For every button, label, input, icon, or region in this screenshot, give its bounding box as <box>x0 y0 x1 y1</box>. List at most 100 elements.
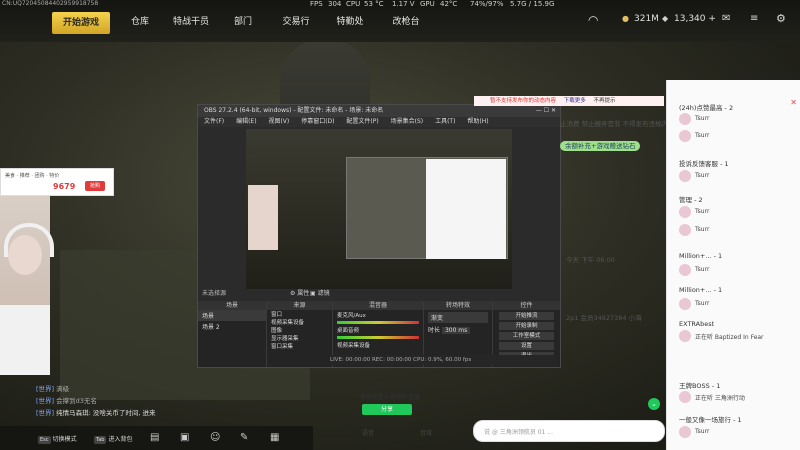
notice-close[interactable]: 不再提示 <box>594 98 616 104</box>
gear-icon[interactable]: ⚙ <box>776 12 786 25</box>
menu-profile[interactable]: 配置文件(P) <box>346 118 378 125</box>
group-label: 投诉反馈客服 - 1 <box>679 160 729 168</box>
promo-popup[interactable]: 美食 · 推荐 · 团购 · 特价 9679 抢购 <box>0 168 114 196</box>
obs-title: OBS 27.2.4 (64-bit, windows) - 配置文件: 未命名… <box>204 107 384 114</box>
studio-mode-button[interactable]: 工作室模式 <box>499 332 554 340</box>
menu-edit[interactable]: 编辑(E) <box>236 118 256 125</box>
obs-menubar: 文件(F) 编辑(E) 视图(V) 停靠窗口(D) 配置文件(P) 场景集合(S… <box>198 117 560 127</box>
close-icon[interactable]: ✕ <box>790 98 797 107</box>
member-row[interactable]: Tsurr <box>679 113 769 127</box>
window-controls[interactable]: — ☐ ✕ <box>536 105 556 117</box>
member-row[interactable]: Tsurr <box>679 426 769 440</box>
world-text: 纯情马森琪: 没啥关币了时间, 进来 <box>56 409 156 417</box>
member-row[interactable]: Tsurr <box>679 170 769 184</box>
filters-label: 滤镜 <box>317 290 330 297</box>
member-row[interactable]: Tsurr <box>679 206 769 220</box>
duration-row: 时长 300 ms <box>428 325 488 334</box>
obs-preview[interactable] <box>246 129 512 289</box>
scene-item[interactable]: 场景 <box>198 310 266 321</box>
voltage: 1.17 V <box>392 0 415 8</box>
chat-input[interactable]: 说 @ 三角洲领航员 01 ... <box>473 420 665 442</box>
member-row[interactable]: Tsurr <box>679 298 769 312</box>
member-row[interactable]: 正在听 三角洲行动 <box>679 391 769 405</box>
properties-button[interactable]: ⚙ 属性 <box>290 288 309 297</box>
scene-item[interactable]: 场景 2 <box>198 321 266 332</box>
crate-icon[interactable]: ▣ <box>180 432 189 443</box>
menu-scene-collection[interactable]: 场景集合(S) <box>391 118 424 125</box>
source-item[interactable]: 图像 <box>267 326 332 334</box>
source-item[interactable]: 窗口 <box>267 310 332 318</box>
avatar <box>679 426 691 438</box>
fps-value: 304 <box>328 0 342 8</box>
bag-icon[interactable]: ▤ <box>150 432 159 443</box>
white-shirt <box>0 305 50 375</box>
tab-start-game[interactable]: 开始游戏 <box>52 12 110 34</box>
avatar <box>679 113 691 125</box>
obs-window[interactable]: OBS 27.2.4 (64-bit, windows) - 配置文件: 未命名… <box>197 104 561 368</box>
tab-warehouse[interactable]: 仓库 <box>120 14 160 27</box>
hint-backpack[interactable]: Tab 进入背包 <box>94 434 132 444</box>
start-recording-button[interactable]: 开始录制 <box>499 322 554 330</box>
filters-button[interactable]: ▣ 滤镜 <box>310 288 330 297</box>
member-row[interactable]: Tsurr <box>679 264 769 278</box>
hint-switch-mode[interactable]: Esc 切换模式 <box>38 434 77 444</box>
settings-button[interactable]: 设置 <box>499 342 554 350</box>
key-tab: Tab <box>94 436 107 444</box>
source-item[interactable]: 窗口采集 <box>267 342 332 350</box>
currency-2[interactable]: 13,340 + <box>674 14 716 24</box>
member-name: Tsurr <box>695 115 710 122</box>
avatar <box>679 391 691 403</box>
tab-trade[interactable]: 交易行 <box>276 14 316 27</box>
group-label: 一般又像一场旅行 - 1 <box>679 416 742 424</box>
tab-gunsmith[interactable]: 改枪台 <box>386 14 426 27</box>
chat-notice: 暂不支持发布你的动态内容 下载更多 不再提示 <box>474 96 664 106</box>
transition-select[interactable]: 渐变 <box>428 312 488 323</box>
group-label: 王牌BOSS - 1 <box>679 382 721 390</box>
menu-view[interactable]: 视图(V) <box>268 118 289 125</box>
avatar <box>679 130 691 142</box>
sources-dock: 来源 窗口 视频采集设备 图像 显示器采集 窗口采集 <box>267 301 333 367</box>
source-item[interactable]: 视频采集设备 <box>267 318 332 326</box>
list-icon[interactable]: ≡ <box>750 13 758 24</box>
mail-icon[interactable]: ✉ <box>722 13 730 24</box>
cpu-temp: 53 °C <box>364 0 384 8</box>
avatar <box>679 224 691 236</box>
share-button[interactable]: 分享 <box>362 404 412 415</box>
member-name: Tsurr <box>695 172 710 179</box>
coin-icon: ● <box>622 14 629 23</box>
duration-input[interactable]: 300 ms <box>441 327 471 334</box>
sound-effect-label[interactable]: 音效 <box>420 428 432 437</box>
menu-docks[interactable]: 停靠窗口(D) <box>301 118 334 125</box>
menu-file[interactable]: 文件(F) <box>204 118 224 125</box>
scenes-header: 场景 <box>198 301 266 310</box>
menu-tools[interactable]: 工具(T) <box>435 118 455 125</box>
world-message: [世界] 满级 <box>36 383 69 393</box>
member-row[interactable]: Tsurr <box>679 130 769 144</box>
member-name: Tsurr <box>695 266 710 273</box>
world-message: [世界] 会撑到d3无名 <box>36 395 97 405</box>
member-row[interactable]: 正在听 Baptized In Fear <box>679 330 769 344</box>
group-label: 管理 - 2 <box>679 196 703 204</box>
member-name: Tsurr <box>695 226 710 233</box>
mixer-header: 混音器 <box>333 301 423 310</box>
audio-meter <box>337 321 419 324</box>
promo-buy-button[interactable]: 抢购 <box>85 181 105 191</box>
promo-row: 美食 · 推荐 · 团购 · 特价 <box>5 173 60 179</box>
member-row[interactable]: Tsurr <box>679 224 769 238</box>
wifi-icon[interactable]: ◠ <box>588 13 598 27</box>
source-item[interactable]: 显示器采集 <box>267 334 332 342</box>
voice-label[interactable]: 语音 <box>362 428 374 437</box>
mixer-channel: 视频采集设备 <box>337 343 371 349</box>
scroll-down-icon[interactable]: ⌄ <box>648 398 660 410</box>
tab-operators[interactable]: 特战干员 <box>168 14 214 27</box>
chat-icon[interactable]: ✎ <box>240 432 248 443</box>
avatar <box>679 298 691 310</box>
calendar-icon[interactable]: ▦ <box>270 432 279 443</box>
start-streaming-button[interactable]: 开始推流 <box>499 312 554 320</box>
menu-help[interactable]: 帮助(H) <box>467 118 488 125</box>
notice-download-link[interactable]: 下载更多 <box>564 98 586 104</box>
tab-special[interactable]: 特勤处 <box>330 14 370 27</box>
tab-department[interactable]: 部门 <box>226 14 260 27</box>
team-icon[interactable]: ☺ <box>210 432 220 443</box>
world-text: 会撑到d3无名 <box>56 397 97 405</box>
